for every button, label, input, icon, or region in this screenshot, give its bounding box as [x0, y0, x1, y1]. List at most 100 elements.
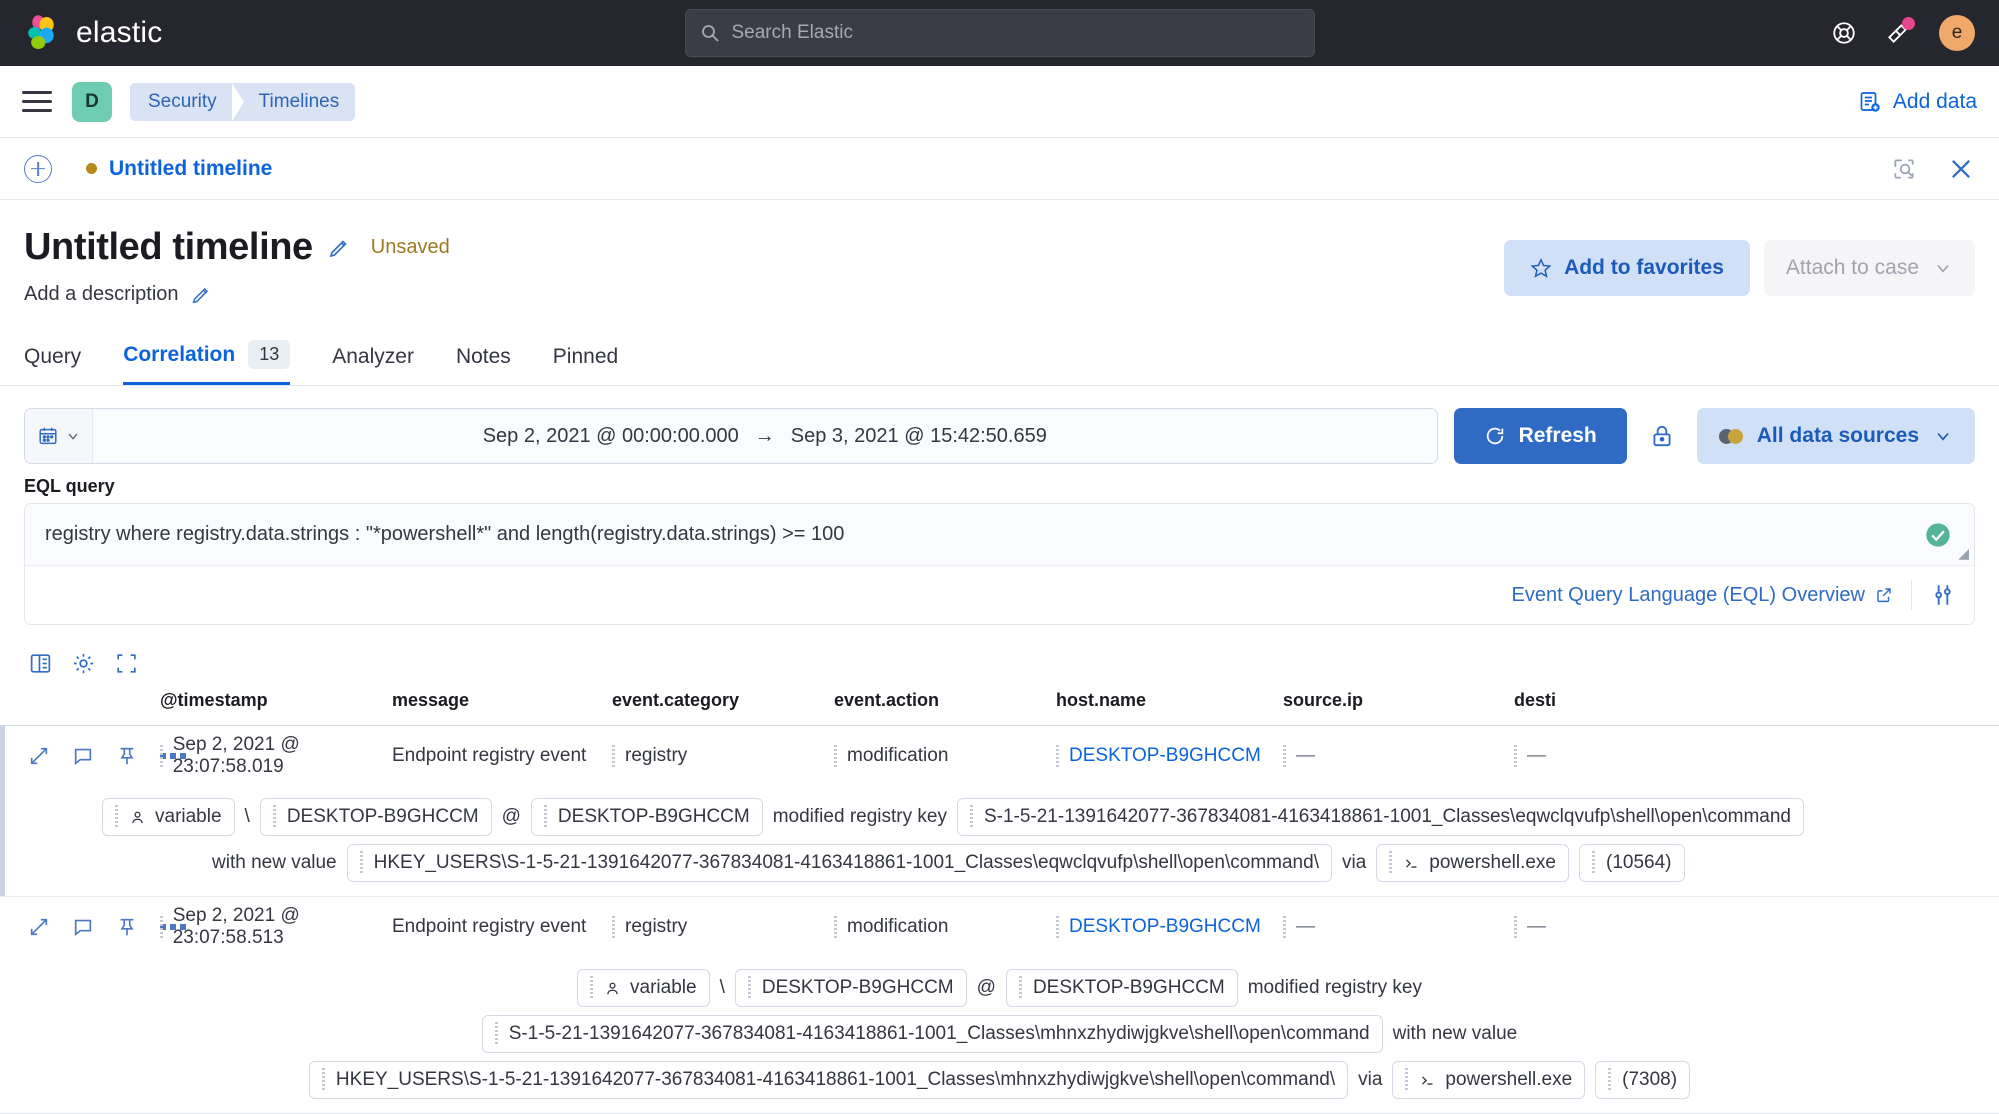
tab-query[interactable]: Query	[24, 345, 81, 385]
table-header-row: @timestamp message event.category event.…	[0, 690, 1999, 726]
drag-handle[interactable]	[160, 745, 163, 767]
refresh-button[interactable]: Refresh	[1453, 408, 1627, 464]
lifebuoy-icon[interactable]	[1831, 20, 1857, 46]
host-chip-2[interactable]: DESKTOP-B9GHCCM	[1005, 969, 1238, 1007]
inspect-icon[interactable]	[1891, 156, 1917, 182]
eql-query-text: registry where registry.data.strings : "…	[45, 523, 845, 545]
add-to-favorites-button[interactable]: Add to favorites	[1504, 240, 1750, 296]
query-settings-icon[interactable]	[1930, 582, 1956, 608]
action-verb: modified registry key	[1247, 976, 1422, 998]
gear-icon[interactable]	[71, 651, 96, 676]
breadcrumb-item-timelines[interactable]: Timelines	[232, 82, 356, 121]
tab-notes[interactable]: Notes	[456, 345, 511, 385]
host-name-link[interactable]: DESKTOP-B9GHCCM	[1069, 745, 1261, 767]
resize-handle-icon[interactable]: ◢	[1958, 545, 1969, 562]
user-chip[interactable]: variable	[102, 798, 235, 836]
expand-icon[interactable]	[28, 916, 50, 938]
column-header-message[interactable]: message	[392, 690, 612, 711]
eql-query-input[interactable]: registry where registry.data.strings : "…	[25, 504, 1974, 566]
date-picker[interactable]: Sep 2, 2021 @ 00:00:00.000 → Sep 3, 2021…	[24, 408, 1438, 464]
timeline-title-block: Untitled timeline Unsaved Add a descript…	[0, 200, 1999, 306]
drag-handle[interactable]	[834, 745, 837, 767]
attach-to-case-button[interactable]: Attach to case	[1763, 240, 1975, 296]
tab-correlation[interactable]: Correlation 13	[123, 340, 291, 385]
plus-circle-icon[interactable]	[24, 154, 52, 183]
comment-icon[interactable]	[72, 745, 94, 767]
column-header-event-action[interactable]: event.action	[834, 690, 1056, 711]
timestamp-value: Sep 2, 2021 @ 23:07:58.019	[172, 734, 300, 777]
drag-handle[interactable]	[1514, 916, 1517, 938]
column-header-destination[interactable]: desti	[1514, 690, 1674, 711]
hamburger-menu-icon[interactable]	[22, 91, 52, 112]
event-category-value: registry	[625, 745, 688, 766]
date-start[interactable]: Sep 2, 2021 @ 00:00:00.000	[483, 425, 739, 448]
columns-icon[interactable]	[28, 651, 53, 676]
eql-query-label: EQL query	[24, 476, 115, 496]
user-icon	[129, 809, 146, 826]
drag-handle[interactable]	[834, 916, 837, 938]
date-picker-quick-menu[interactable]	[25, 409, 93, 463]
space-avatar[interactable]: D	[72, 81, 112, 122]
divider	[1911, 580, 1912, 610]
eql-query-panel: registry where registry.data.strings : "…	[24, 503, 1975, 625]
description-placeholder[interactable]: Add a description	[24, 283, 179, 306]
breadcrumb-item-security[interactable]: Security	[130, 82, 244, 121]
megaphone-icon[interactable]	[1885, 17, 1915, 46]
user-chip[interactable]: variable	[577, 969, 710, 1007]
table-row[interactable]: Sep 2, 2021 @ 23:07:58.019 Endpoint regi…	[0, 726, 1999, 897]
date-end[interactable]: Sep 3, 2021 @ 15:42:50.659	[791, 425, 1047, 448]
process-chip[interactable]: powershell.exe	[1376, 844, 1570, 882]
drag-handle[interactable]	[1056, 745, 1059, 767]
host-name-link[interactable]: DESKTOP-B9GHCCM	[1069, 916, 1261, 938]
pin-icon[interactable]	[116, 916, 138, 938]
calendar-icon	[37, 425, 59, 447]
drag-handle[interactable]	[1056, 916, 1059, 938]
expand-icon[interactable]	[28, 745, 50, 767]
host-chip[interactable]: DESKTOP-B9GHCCM	[259, 798, 492, 836]
drag-handle[interactable]	[612, 916, 615, 938]
drag-handle[interactable]	[1283, 916, 1286, 938]
data-sources-button[interactable]: All data sources	[1696, 408, 1975, 464]
cell-host-name: DESKTOP-B9GHCCM	[1056, 916, 1283, 938]
lock-icon[interactable]	[1649, 423, 1675, 449]
tab-pinned[interactable]: Pinned	[553, 345, 618, 385]
global-search-input[interactable]: Search Elastic	[684, 9, 1315, 57]
new-value-chip[interactable]: HKEY_USERS\S-1-5-21-1391642077-367834081…	[308, 1061, 1349, 1099]
chevron-down-icon	[1933, 258, 1953, 278]
column-header-event-category[interactable]: event.category	[612, 690, 834, 711]
process-pid-chip[interactable]: (7308)	[1595, 1061, 1691, 1099]
add-data-button[interactable]: Add data	[1858, 90, 1977, 114]
column-header-host-name[interactable]: host.name	[1056, 690, 1283, 711]
timeline-name-link[interactable]: Untitled timeline	[109, 157, 272, 181]
fullscreen-icon[interactable]	[114, 651, 139, 676]
registry-key-chip[interactable]: S-1-5-21-1391642077-367834081-4163418861…	[481, 1015, 1383, 1053]
column-header-source-ip[interactable]: source.ip	[1283, 690, 1514, 711]
description-edit-pencil-icon[interactable]	[190, 284, 212, 306]
close-icon[interactable]	[1947, 155, 1975, 183]
date-range-display[interactable]: Sep 2, 2021 @ 00:00:00.000 → Sep 3, 2021…	[93, 409, 1437, 463]
destination-value: —	[1527, 745, 1546, 766]
avatar[interactable]: e	[1939, 15, 1975, 51]
brand-name: elastic	[76, 16, 163, 49]
tab-correlation-label: Correlation	[123, 342, 236, 366]
host-chip[interactable]: DESKTOP-B9GHCCM	[734, 969, 967, 1007]
comment-icon[interactable]	[72, 916, 94, 938]
drag-handle[interactable]	[160, 916, 163, 938]
new-value-chip[interactable]: HKEY_USERS\S-1-5-21-1391642077-367834081…	[346, 844, 1332, 882]
registry-key-chip[interactable]: S-1-5-21-1391642077-367834081-4163418861…	[956, 798, 1804, 836]
eql-overview-link[interactable]: Event Query Language (EQL) Overview	[1511, 584, 1893, 607]
drag-handle[interactable]	[612, 745, 615, 767]
at-symbol: @	[976, 976, 996, 998]
drag-handle[interactable]	[1283, 745, 1286, 767]
host-chip-2[interactable]: DESKTOP-B9GHCCM	[530, 798, 763, 836]
process-pid-chip[interactable]: (10564)	[1579, 844, 1685, 882]
tab-analyzer[interactable]: Analyzer	[332, 345, 414, 385]
title-edit-pencil-icon[interactable]	[327, 236, 351, 260]
process-chip[interactable]: powershell.exe	[1392, 1061, 1586, 1099]
table-row[interactable]: Sep 2, 2021 @ 23:07:58.513 Endpoint regi…	[0, 897, 1999, 1114]
pin-icon[interactable]	[116, 745, 138, 767]
drag-handle[interactable]	[1514, 745, 1517, 767]
column-header-timestamp[interactable]: @timestamp	[160, 690, 392, 711]
with-new-value-label: with new value	[1392, 1022, 1518, 1044]
elastic-brand[interactable]: elastic	[24, 14, 162, 52]
